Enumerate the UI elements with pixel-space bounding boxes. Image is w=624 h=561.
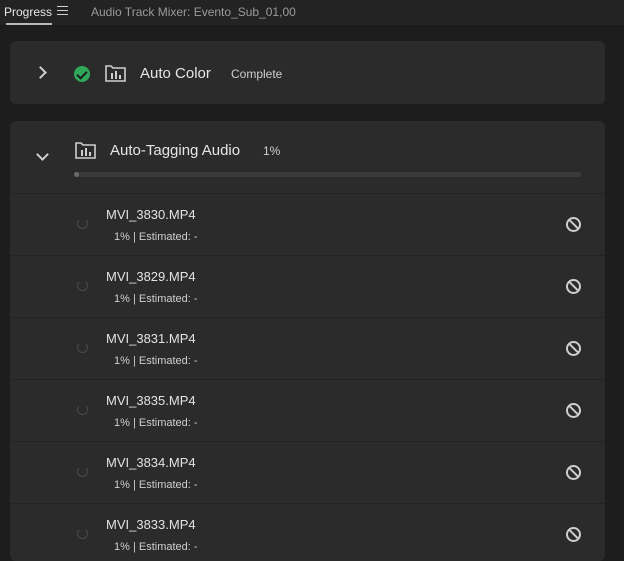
spinner-icon (77, 280, 88, 291)
chevron-down-icon[interactable] (36, 148, 49, 161)
cancel-icon[interactable] (566, 341, 581, 356)
progress-bar (74, 172, 581, 177)
list-item: MVI_3833.MP4 1% | Estimated: - (10, 503, 605, 561)
list-item: MVI_3829.MP4 1% | Estimated: - (10, 255, 605, 317)
progress-bar-fill (74, 172, 80, 177)
panel-tab-bar: Progress Audio Track Mixer: Evento_Sub_0… (0, 0, 624, 26)
file-name: MVI_3829.MP4 (106, 269, 196, 284)
file-progress: 1% | Estimated: - (114, 293, 198, 305)
file-progress: 1% | Estimated: - (114, 479, 198, 491)
job-panel-auto-color: Auto Color Complete (10, 41, 605, 104)
spinner-icon (77, 466, 88, 477)
chevron-right-icon[interactable] (34, 66, 47, 79)
job-title: Auto Color (140, 65, 211, 82)
list-item: MVI_3831.MP4 1% | Estimated: - (10, 317, 605, 379)
file-name: MVI_3833.MP4 (106, 517, 196, 532)
list-item: MVI_3834.MP4 1% | Estimated: - (10, 441, 605, 503)
cancel-icon[interactable] (566, 403, 581, 418)
cancel-icon[interactable] (566, 527, 581, 542)
job-status: 1% (263, 144, 281, 158)
spinner-icon (77, 218, 88, 229)
bin-chart-icon (105, 65, 126, 82)
file-name: MVI_3831.MP4 (106, 331, 196, 346)
job-status: Complete (231, 67, 283, 81)
job-panel-auto-tagging: Auto-Tagging Audio 1% MVI_3830.MP4 1% | … (10, 121, 605, 561)
cancel-icon[interactable] (566, 217, 581, 232)
spinner-icon (77, 528, 88, 539)
file-progress: 1% | Estimated: - (114, 417, 198, 429)
file-progress: 1% | Estimated: - (114, 541, 198, 553)
check-circle-icon (74, 66, 90, 82)
file-name: MVI_3830.MP4 (106, 207, 196, 222)
bin-chart-icon (75, 142, 96, 159)
file-name: MVI_3834.MP4 (106, 455, 196, 470)
file-progress: 1% | Estimated: - (114, 355, 198, 367)
tab-audio-track-mixer[interactable]: Audio Track Mixer: Evento_Sub_01,00 (91, 0, 296, 24)
spinner-icon (77, 342, 88, 353)
cancel-icon[interactable] (566, 465, 581, 480)
spinner-icon (77, 404, 88, 415)
tab-progress[interactable]: Progress (4, 0, 53, 25)
job-title: Auto-Tagging Audio (110, 142, 241, 159)
file-progress: 1% | Estimated: - (114, 231, 198, 243)
list-item: MVI_3835.MP4 1% | Estimated: - (10, 379, 605, 441)
list-item: MVI_3830.MP4 1% | Estimated: - (10, 193, 605, 255)
file-name: MVI_3835.MP4 (106, 393, 196, 408)
hamburger-icon[interactable] (57, 6, 68, 17)
cancel-icon[interactable] (566, 279, 581, 294)
